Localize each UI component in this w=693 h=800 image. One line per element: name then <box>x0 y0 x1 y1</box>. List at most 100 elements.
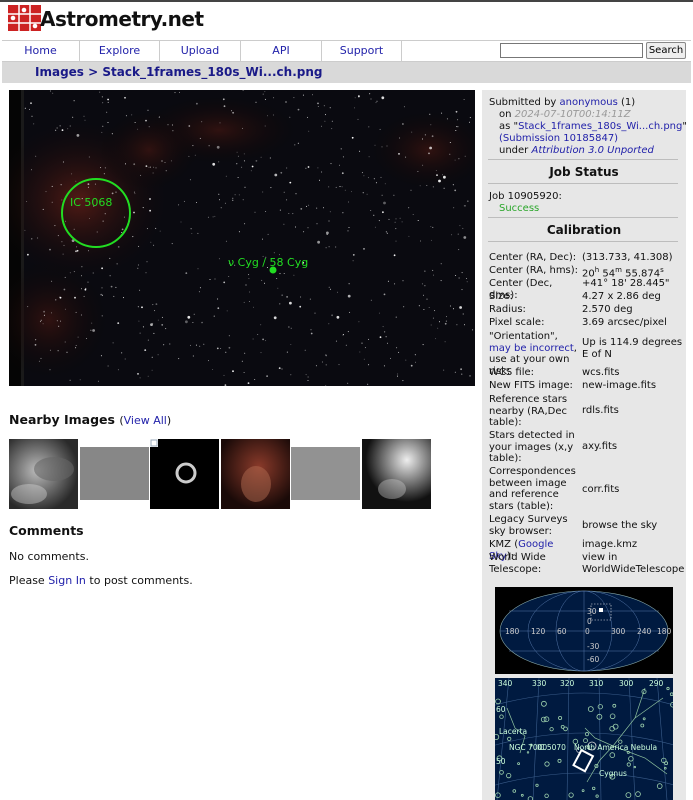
sign-in-link[interactable]: Sign In <box>48 574 86 587</box>
allsky-dec-label: 0 <box>587 617 592 626</box>
cal-label: Center (RA, Dec): <box>489 252 577 263</box>
cal-label: WCS file: <box>489 367 534 378</box>
submitted-as: as "Stack_1frames_180s_Wi...ch.png" <box>499 121 687 132</box>
no-comments-text: No comments. <box>9 550 89 563</box>
nearby-thumb-2[interactable] <box>80 439 149 509</box>
wcs-file-link[interactable]: wcs.fits <box>582 367 686 379</box>
breadcrumb-separator: > <box>88 65 99 79</box>
annotated-image[interactable]: IC 5068 ν Cyg / 58 Cyg <box>9 90 475 386</box>
ic5070-label: IC 5070 <box>537 743 566 752</box>
cal-label: Radius: <box>489 304 526 315</box>
license-row: under Attribution 3.0 Unported <box>499 145 654 156</box>
breadcrumb-current[interactable]: Stack_1frames_180s_Wi...ch.png <box>102 65 322 79</box>
sign-in-prompt: Please Sign In to post comments. <box>9 574 193 587</box>
nearby-thumb-4[interactable] <box>221 439 290 509</box>
logo-text[interactable]: Astrometry.net <box>40 7 204 31</box>
cal-value: 4.27 x 2.86 deg <box>582 291 661 302</box>
submitter-link[interactable]: anonymous <box>560 97 618 108</box>
license-link[interactable]: Attribution 3.0 Unported <box>531 145 653 156</box>
allsky-ra-label: 240 <box>637 627 652 636</box>
zoomed-sky-map[interactable]: 340 330 320 310 300 290 60 50 Lacerta Cy… <box>495 678 673 800</box>
browse-the-sky-link[interactable]: browse the sky <box>582 520 686 532</box>
zoom-dec-label: 50 <box>496 757 506 766</box>
nav-explore[interactable]: Explore <box>80 41 160 62</box>
job-status-value: Success <box>499 203 540 214</box>
ic5068-label: IC 5068 <box>70 196 112 209</box>
nav-api[interactable]: API <box>241 41 322 62</box>
new-image-fits-link[interactable]: new-image.fits <box>582 380 686 392</box>
breadcrumb-images[interactable]: Images <box>35 65 84 79</box>
astrometry-logo-icon[interactable] <box>8 5 41 31</box>
divider <box>488 159 678 160</box>
cal-value: (313.733, 41.308) <box>582 252 673 263</box>
cal-label: Pixel scale: <box>489 317 545 328</box>
rdls-fits-link[interactable]: rdls.fits <box>582 405 686 417</box>
allsky-ra-label: 60 <box>557 627 567 636</box>
calibration-title: Calibration <box>546 223 622 237</box>
cal-label: World Wide Telescope: <box>489 552 546 575</box>
allsky-ra-label: 180 <box>657 627 672 636</box>
allsky-ra-label: 0 <box>585 627 590 636</box>
allsky-dec-label: 30 <box>587 607 597 616</box>
zoom-ra-label: 330 <box>532 679 547 688</box>
image-info-sidebar: Submitted by anonymous (1) on 2024-07-10… <box>482 90 687 800</box>
cal-value: 3.69 arcsec/pixel <box>582 317 667 328</box>
image-kmz-link[interactable]: image.kmz <box>582 539 686 551</box>
corr-fits-link[interactable]: corr.fits <box>582 484 686 496</box>
allsky-dec-label: -60 <box>587 655 599 664</box>
nearby-thumbnails <box>9 439 431 509</box>
allsky-map[interactable]: 180 120 60 0 300 240 180 30 0 -30 -60 <box>495 587 673 674</box>
constellation-cygnus: Cygnus <box>599 769 627 778</box>
allsky-ra-label: 300 <box>611 627 626 636</box>
view-all-link[interactable]: View All <box>124 414 167 427</box>
nearby-images-title: Nearby Images (View All) <box>9 412 172 427</box>
allsky-ra-label: 180 <box>505 627 520 636</box>
zoom-ra-label: 320 <box>560 679 575 688</box>
cal-value: Up is 114.9 degrees E of N <box>582 337 683 360</box>
submission-link-row: (Submission 10185847) <box>499 133 618 144</box>
cal-label: Stars detected in your images (x,y table… <box>489 430 575 464</box>
allsky-dec-label: -30 <box>587 642 599 651</box>
nav-support[interactable]: Support <box>322 41 402 62</box>
zoom-ra-label: 340 <box>498 679 513 688</box>
divider <box>488 183 678 184</box>
breadcrumb: Images > Stack_1frames_180s_Wi...ch.png <box>35 65 322 79</box>
zoom-ra-label: 300 <box>619 679 634 688</box>
cal-label: New FITS image: <box>489 380 573 391</box>
breadcrumb-bar: Images > Stack_1frames_180s_Wi...ch.png <box>2 62 691 83</box>
divider <box>488 241 678 242</box>
submission-link[interactable]: (Submission 10185847) <box>499 133 618 144</box>
divider <box>488 217 678 218</box>
axy-fits-link[interactable]: axy.fits <box>582 441 686 453</box>
search-input[interactable] <box>500 43 643 58</box>
nav-home[interactable]: Home <box>2 41 80 62</box>
comments-title: Comments <box>9 523 84 538</box>
constellation-lacerta: Lacerta <box>499 727 527 736</box>
nearby-thumb-5[interactable] <box>291 439 360 509</box>
submitted-by: Submitted by anonymous (1) <box>489 97 636 108</box>
nearby-thumb-6[interactable] <box>362 439 431 509</box>
allsky-ra-label: 120 <box>531 627 546 636</box>
nearby-thumb-3[interactable] <box>150 439 219 509</box>
may-be-incorrect-link[interactable]: may be incorrect <box>489 343 574 354</box>
job-id: Job 10905920: <box>489 191 562 202</box>
zoom-ra-label: 310 <box>589 679 604 688</box>
cal-value: 2.570 deg <box>582 304 633 315</box>
cal-label: Reference stars nearby (RA,Dec table): <box>489 394 568 428</box>
cal-label: Correspondences between image and refere… <box>489 466 576 512</box>
search-button[interactable]: Search <box>646 42 686 59</box>
cal-label: Legacy Surveys sky browser: <box>489 514 568 537</box>
cal-label: Center (RA, hms): <box>489 265 579 276</box>
sky-image: IC 5068 ν Cyg / 58 Cyg <box>9 90 475 386</box>
cal-label: Size: <box>489 291 513 302</box>
job-status-title: Job Status <box>549 165 619 179</box>
submitted-on: on 2024-07-10T00:14:11Z <box>499 109 631 120</box>
nearby-thumb-1[interactable] <box>9 439 78 509</box>
nu-cyg-label: ν Cyg / 58 Cyg <box>228 256 308 269</box>
site-header: Astrometry.net <box>0 2 693 40</box>
wwt-link[interactable]: view in WorldWideTelescope <box>582 552 686 575</box>
nav-upload[interactable]: Upload <box>160 41 241 62</box>
submission-date: 2024-07-10T00:14:11Z <box>514 109 631 120</box>
filename-link[interactable]: Stack_1frames_180s_Wi...ch.png <box>518 121 682 132</box>
zoom-ra-label: 290 <box>649 679 664 688</box>
